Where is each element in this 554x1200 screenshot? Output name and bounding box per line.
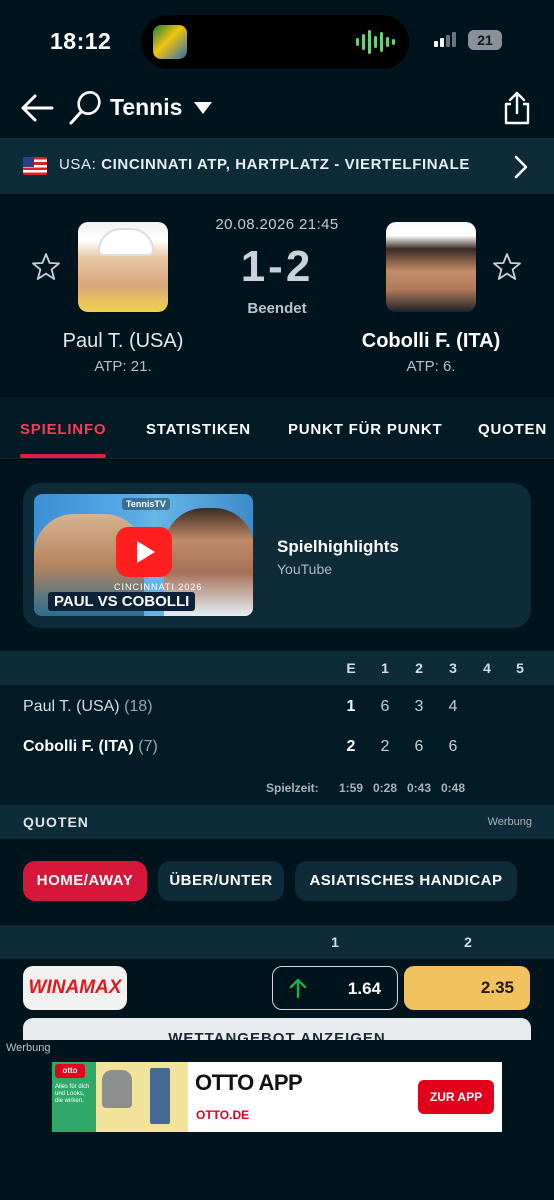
set-score: 6	[448, 738, 458, 755]
score-row-name: Cobolli F. (ITA) (7)	[23, 738, 158, 755]
odd-value: 1.64	[347, 979, 381, 998]
ad-title: OTTO APP	[195, 1070, 303, 1095]
favorite-star-icon[interactable]	[492, 252, 522, 282]
odds-col-home: 1	[331, 934, 339, 950]
ad-cta-button[interactable]: ZUR APP	[418, 1080, 494, 1114]
highlight-source: YouTube	[277, 561, 333, 577]
seed: (18)	[124, 698, 153, 715]
ad-label: Werbung	[6, 1042, 51, 1054]
chevron-right-icon[interactable]	[513, 154, 529, 180]
share-icon[interactable]	[502, 90, 532, 126]
signal-icon	[434, 32, 456, 47]
set-score: 2	[380, 738, 390, 755]
col-header: 2	[415, 660, 423, 676]
set-score: 4	[448, 698, 458, 715]
col-header: 4	[483, 660, 491, 676]
chevron-down-icon[interactable]	[192, 100, 214, 116]
market-pill-ueber-unter[interactable]: ÜBER/UNTER	[158, 861, 284, 901]
tab-spielinfo[interactable]: SPIELINFO	[20, 421, 106, 438]
active-tab-indicator	[20, 454, 106, 458]
playtime-label: Spielzeit:	[266, 781, 319, 795]
score-total: 1	[346, 698, 356, 715]
status-bar: 18:12 21	[0, 0, 554, 80]
away-player-photo[interactable]	[386, 222, 476, 312]
tab-punkt-fuer-punkt[interactable]: PUNKT FÜR PUNKT	[288, 421, 443, 438]
play-icon[interactable]	[116, 527, 172, 577]
tennis-racket-icon	[69, 91, 101, 125]
score-table-header: E 1 2 3 4 5	[0, 651, 554, 685]
competition-bar[interactable]: USA: CINCINNATI ATP, HARTPLATZ - VIERTEL…	[0, 138, 554, 194]
ad-banner[interactable]: otto Alles für dich und Looks, die wirke…	[52, 1062, 502, 1132]
ad-image: otto Alles für dich und Looks, die wirke…	[52, 1062, 188, 1132]
odds-section-header: QUOTEN Werbung	[0, 805, 554, 839]
highlight-title: Spielhighlights	[277, 537, 399, 556]
col-header: 1	[381, 660, 389, 676]
sport-title[interactable]: Tennis	[110, 94, 182, 121]
otto-logo: otto	[55, 1064, 85, 1078]
playtime-set: 0:48	[440, 781, 466, 795]
ad-label: Werbung	[487, 816, 532, 828]
video-thumbnail[interactable]: TennisTV CINCINNATI 2026 PAUL VS COBOLLI	[34, 494, 253, 616]
tab-statistiken[interactable]: STATISTIKEN	[146, 421, 251, 438]
jeans-image	[150, 1068, 170, 1124]
col-header: 5	[516, 660, 524, 676]
ad-side-text: Alles für dich und Looks, die wirken.	[55, 1084, 90, 1104]
usa-flag-icon	[23, 157, 47, 175]
live-activity-app-icon	[153, 25, 187, 59]
market-pill-asian-handicap[interactable]: ASIATISCHES HANDICAP	[295, 861, 517, 901]
dynamic-island	[141, 15, 409, 69]
competition-name: CINCINNATI ATP, HARTPLATZ - VIERTELFINAL…	[101, 156, 470, 173]
competition-country: USA:	[59, 156, 97, 173]
tennistv-badge: TennisTV	[122, 498, 170, 510]
tab-bar: SPIELINFO STATISTIKEN PUNKT FÜR PUNKT QU…	[0, 397, 554, 459]
market-pill-home-away[interactable]: HOME/AWAY	[23, 861, 147, 901]
odds-title: QUOTEN	[23, 814, 89, 830]
odds-table-header: 1 2	[0, 925, 554, 959]
away-player-name[interactable]: Cobolli F. (ITA)	[316, 330, 546, 353]
highlight-card[interactable]: TennisTV CINCINNATI 2026 PAUL VS COBOLLI…	[23, 483, 531, 628]
odd-value: 2.35	[480, 978, 514, 997]
status-time: 18:12	[50, 28, 112, 54]
score-total: 2	[346, 738, 356, 755]
arrow-up-icon	[289, 978, 307, 999]
set-score: 6	[380, 698, 390, 715]
competition-label: USA: CINCINNATI ATP, HARTPLATZ - VIERTEL…	[59, 156, 470, 173]
set-score: 3	[414, 698, 424, 715]
col-header: 3	[449, 660, 457, 676]
away-player-rank: ATP: 6.	[406, 358, 456, 375]
thumb-title: PAUL VS COBOLLI	[48, 592, 196, 611]
odd-button-home[interactable]: 1.64	[272, 966, 398, 1010]
thumb-event: CINCINNATI 2026	[114, 582, 203, 592]
audio-wave-icon	[356, 28, 395, 56]
home-player-name[interactable]: Paul T. (USA)	[8, 330, 238, 353]
odds-col-away: 2	[464, 934, 472, 950]
score-table: E 1 2 3 4 5 Paul T. (USA) (18) 1 6 3 4 C…	[0, 651, 554, 805]
home-player-rank: ATP: 21.	[94, 358, 152, 375]
seed: (7)	[138, 738, 158, 755]
battery-icon: 21	[468, 30, 502, 50]
ad-side-panel: otto Alles für dich und Looks, die wirke…	[52, 1062, 96, 1132]
match-header: 20.08.2026 21:45 1-2 Beendet Paul T. (US…	[0, 194, 554, 397]
score-row-name: Paul T. (USA) (18)	[23, 698, 153, 715]
bookmaker-logo[interactable]: WINAMAX	[23, 966, 127, 1010]
set-score: 6	[414, 738, 424, 755]
back-arrow-icon[interactable]	[20, 92, 54, 124]
ad-url: OTTO.DE	[196, 1108, 250, 1122]
tab-quoten[interactable]: QUOTEN	[478, 421, 547, 438]
col-header: E	[346, 660, 356, 676]
odd-button-away[interactable]: 2.35	[404, 966, 530, 1010]
sweater-image	[102, 1070, 132, 1108]
app-header: Tennis	[0, 80, 554, 138]
